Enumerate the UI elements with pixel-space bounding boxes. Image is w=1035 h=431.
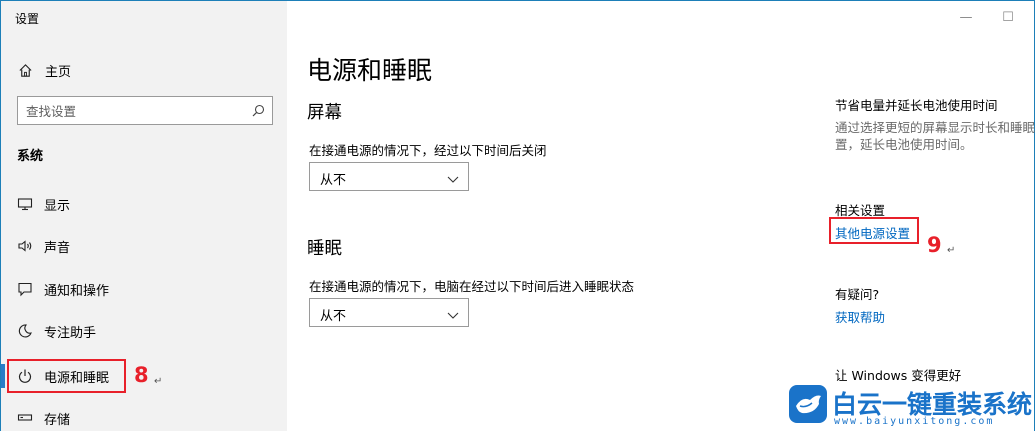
moon-icon xyxy=(17,323,33,339)
bird-logo-icon xyxy=(788,384,828,424)
storage-icon xyxy=(17,410,33,426)
active-indicator xyxy=(1,364,5,388)
sidebar-item-display[interactable]: 显示 xyxy=(1,184,287,224)
improve-windows-title: 让 Windows 变得更好 xyxy=(835,368,962,383)
sidebar-item-storage[interactable]: 存储 xyxy=(1,398,287,431)
sidebar-item-label: 专注助手 xyxy=(44,326,97,341)
watermark: 白云一键重装系统 www.baiyunxitong.com xyxy=(788,384,1034,430)
search-input[interactable] xyxy=(26,102,246,120)
settings-window: 设置 主页 系统 显示 声音 xyxy=(0,0,1035,431)
return-mark: ↵ xyxy=(947,245,956,256)
sidebar: 设置 主页 系统 显示 声音 xyxy=(1,1,287,431)
question-title: 有疑问? xyxy=(835,287,880,302)
page-title: 电源和睡眠 xyxy=(307,56,433,85)
notification-icon xyxy=(17,281,33,297)
highlight-box-power xyxy=(7,359,126,393)
section-label-system: 系统 xyxy=(17,149,44,164)
chevron-down-icon xyxy=(447,306,459,319)
window-title: 设置 xyxy=(15,12,40,26)
highlight-box-other-power xyxy=(829,217,919,244)
sleep-timeout-value: 从不 xyxy=(320,309,347,324)
sidebar-item-label: 存储 xyxy=(44,413,71,428)
screen-heading: 屏幕 xyxy=(307,103,342,123)
chevron-down-icon xyxy=(447,170,459,183)
get-help-link[interactable]: 获取帮助 xyxy=(835,307,885,326)
save-power-title: 节省电量并延长电池使用时间 xyxy=(835,98,998,113)
speaker-icon xyxy=(17,238,33,254)
monitor-icon xyxy=(17,196,33,212)
search-box[interactable] xyxy=(17,96,273,125)
sleep-timeout-dropdown[interactable]: 从不 xyxy=(309,298,469,327)
sleep-description: 在接通电源的情况下，电脑在经过以下时间后进入睡眠状态 xyxy=(309,279,635,294)
step-number-9: 9 xyxy=(927,233,942,257)
sleep-heading: 睡眠 xyxy=(307,239,342,259)
home-nav-item[interactable]: 主页 xyxy=(17,59,71,81)
screen-timeout-value: 从不 xyxy=(320,173,347,188)
sidebar-item-label: 通知和操作 xyxy=(44,284,110,299)
right-panel: 节省电量并延长电池使用时间 通过选择更短的屏幕显示时长和睡眠 置，延长电池使用时… xyxy=(835,1,1035,431)
home-label: 主页 xyxy=(45,64,72,80)
save-power-desc-line2: 置，延长电池使用时间。 xyxy=(835,137,973,152)
screen-description: 在接通电源的情况下，经过以下时间后关闭 xyxy=(309,143,547,158)
sidebar-item-label: 声音 xyxy=(44,241,71,256)
step-number-8: 8 xyxy=(134,363,149,387)
watermark-url: www.baiyunxitong.com xyxy=(834,416,995,427)
screen-timeout-dropdown[interactable]: 从不 xyxy=(309,162,469,191)
sidebar-item-sound[interactable]: 声音 xyxy=(1,226,287,266)
home-icon xyxy=(17,62,33,78)
return-mark: ↵ xyxy=(154,376,163,387)
search-icon[interactable] xyxy=(250,103,266,119)
sidebar-item-focus-assist[interactable]: 专注助手 xyxy=(1,311,287,351)
sidebar-item-label: 显示 xyxy=(44,199,71,214)
sidebar-item-notifications[interactable]: 通知和操作 xyxy=(1,269,287,309)
